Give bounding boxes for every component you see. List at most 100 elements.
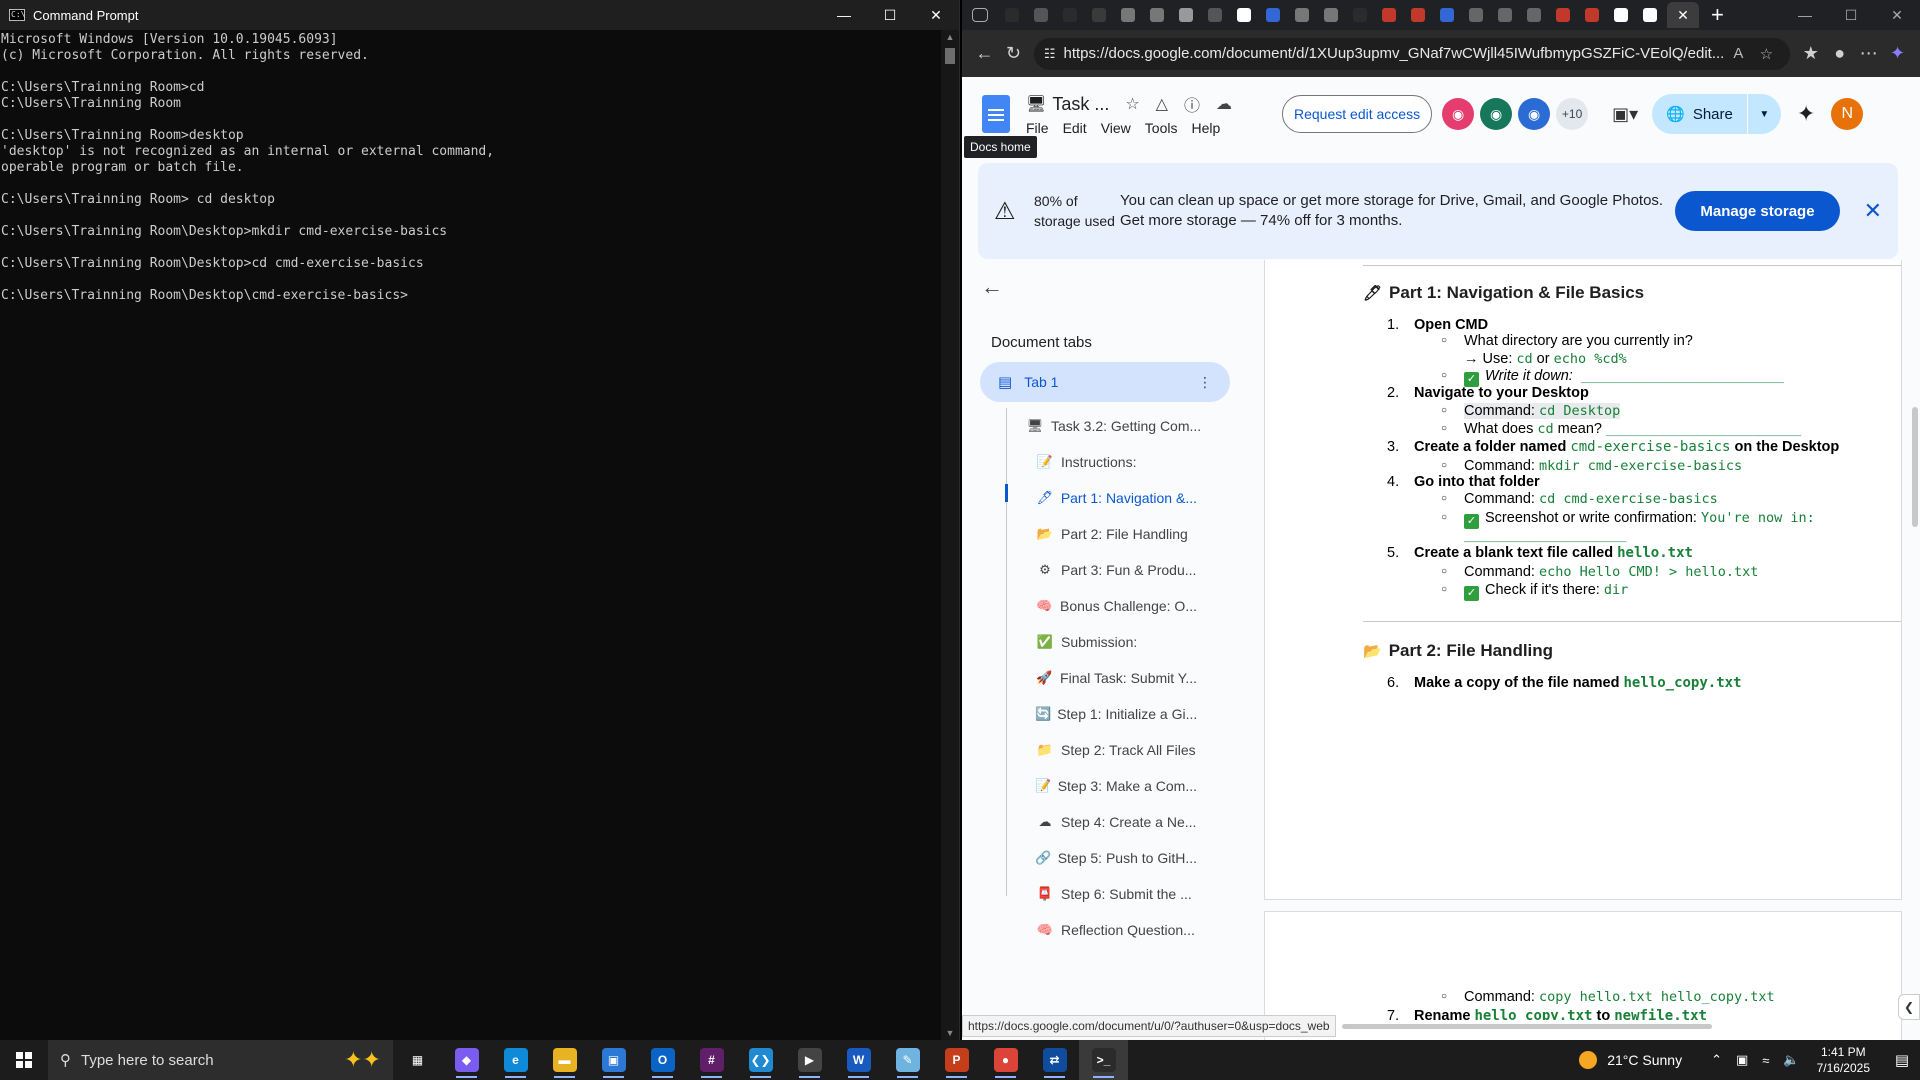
browser-tab[interactable] — [1638, 4, 1662, 26]
outline-item[interactable]: 📝 Instructions: — [1007, 444, 1197, 480]
read-aloud-icon[interactable]: A — [1724, 45, 1752, 62]
browser-tab[interactable] — [1551, 4, 1575, 26]
start-button[interactable] — [0, 1040, 48, 1080]
star-icon[interactable]: ☆ — [1125, 94, 1139, 114]
tab-options-icon[interactable]: ⋮ — [1198, 374, 1212, 391]
taskbar-app-slack[interactable]: # — [687, 1040, 736, 1080]
close-outline-icon[interactable]: ← — [981, 274, 1003, 300]
meet-icon[interactable]: ▣▾ — [1612, 104, 1638, 125]
taskbar-app-outlook[interactable]: O — [638, 1040, 687, 1080]
tab-actions-icon[interactable] — [972, 8, 988, 22]
taskbar-app-remote[interactable]: ⇄ — [1030, 1040, 1079, 1080]
back-icon[interactable]: ← — [970, 43, 999, 64]
banner-close-icon[interactable]: ✕ — [1864, 198, 1882, 224]
taskbar-app-media-player[interactable]: ▶ — [785, 1040, 834, 1080]
outline-item[interactable]: 📮 Step 6: Submit the ... — [1007, 876, 1197, 912]
collaborator-avatar[interactable]: ◉ — [1442, 98, 1475, 130]
drive-icon[interactable]: △ — [1156, 94, 1168, 114]
weather-widget[interactable]: 21°C Sunny — [1579, 1051, 1682, 1069]
display-icon[interactable]: ▣ — [1736, 1052, 1748, 1068]
chevron-up-icon[interactable]: ⌃ — [1711, 1052, 1722, 1068]
cmd-output[interactable]: Microsoft Windows [Version 10.0.19045.60… — [0, 30, 941, 1040]
favorites-icon[interactable]: ★ — [1796, 43, 1825, 64]
more-collaborators[interactable]: +10 — [1556, 98, 1589, 130]
docs-vertical-scrollbar[interactable] — [1912, 407, 1918, 527]
profile-icon[interactable]: ● — [1825, 43, 1854, 64]
browser-tab[interactable] — [1290, 4, 1314, 26]
menu-file[interactable]: File — [1026, 120, 1049, 136]
outline-item[interactable]: ✅ Submission: — [1007, 624, 1197, 660]
outline-item[interactable]: 🧠 Reflection Question... — [1007, 912, 1197, 948]
cmd-titlebar[interactable]: C:\ Command Prompt — ☐ ✕ — [0, 0, 959, 30]
taskbar-app-powerpoint[interactable]: P — [932, 1040, 981, 1080]
outline-item[interactable]: 📂 Part 2: File Handling — [1007, 516, 1197, 552]
share-dropdown-icon[interactable]: ▼ — [1746, 94, 1781, 134]
collaborator-avatar[interactable]: ◉ — [1480, 98, 1513, 130]
browser-tab[interactable] — [1319, 4, 1343, 26]
manage-storage-button[interactable]: Manage storage — [1675, 191, 1840, 231]
browser-tab[interactable] — [1145, 4, 1169, 26]
browser-tab[interactable] — [1000, 4, 1024, 26]
browser-tab[interactable] — [1232, 4, 1256, 26]
taskbar-search[interactable]: ⚲ Type here to search ✦✦ — [48, 1040, 393, 1080]
scroll-thumb[interactable] — [945, 48, 955, 64]
browser-tab[interactable] — [1203, 4, 1227, 26]
menu-tools[interactable]: Tools — [1145, 120, 1178, 136]
outline-item[interactable]: 🔗 Step 5: Push to GitH... — [1007, 840, 1197, 876]
browser-tab[interactable] — [1116, 4, 1140, 26]
search-placeholder[interactable]: Type here to search — [81, 1052, 214, 1069]
new-tab-icon[interactable]: + — [1711, 2, 1724, 28]
scroll-up-icon[interactable]: ▲ — [941, 32, 959, 42]
menu-help[interactable]: Help — [1191, 120, 1220, 136]
close-icon[interactable]: ✕ — [913, 0, 959, 30]
url-text[interactable]: https://docs.google.com/document/d/1XUup… — [1064, 45, 1725, 62]
browser-tab[interactable] — [1377, 4, 1401, 26]
search-highlight-icon[interactable]: ✦✦ — [344, 1047, 381, 1073]
outline-item[interactable]: ☁ Step 4: Create a Ne... — [1007, 804, 1197, 840]
outline-item[interactable]: 🖥 Task 3.2: Getting Com... — [1007, 408, 1207, 444]
outline-item[interactable]: 📁 Step 2: Track All Files — [1007, 732, 1197, 768]
tab-close-icon[interactable]: ✕ — [1677, 7, 1689, 24]
browser-maximize-icon[interactable]: ☐ — [1828, 0, 1874, 30]
taskbar-app-file-explorer[interactable]: ▬ — [540, 1040, 589, 1080]
menu-view[interactable]: View — [1101, 120, 1131, 136]
taskbar-app-edge[interactable]: e — [491, 1040, 540, 1080]
collaborator-avatar[interactable]: ◉ — [1518, 98, 1551, 130]
browser-tab[interactable] — [1261, 4, 1285, 26]
outline-item[interactable]: 🧠 Bonus Challenge: O... — [1007, 588, 1197, 624]
taskbar-app-copilot[interactable]: ◆ — [442, 1040, 491, 1080]
docs-horizontal-scrollbar[interactable] — [1342, 1024, 1712, 1029]
share-button[interactable]: 🌐 Share ▼ — [1652, 94, 1781, 134]
site-info-icon[interactable]: ☷ — [1044, 46, 1056, 62]
request-edit-button[interactable]: Request edit access — [1282, 95, 1433, 133]
outline-item[interactable]: 🚀 Final Task: Submit Y... — [1007, 660, 1197, 696]
browser-tab[interactable] — [1087, 4, 1111, 26]
taskbar-app-chrome[interactable]: ● — [981, 1040, 1030, 1080]
taskbar-app-store[interactable]: ▣ — [589, 1040, 638, 1080]
browser-tab[interactable] — [1174, 4, 1198, 26]
outline-item[interactable]: 🔄 Step 1: Initialize a Gi... — [1007, 696, 1197, 732]
refresh-icon[interactable]: ↻ — [999, 43, 1028, 64]
minimize-icon[interactable]: — — [821, 0, 867, 30]
outline-item[interactable]: ⚙ Part 3: Fun & Produ... — [1007, 552, 1197, 588]
browser-tab[interactable] — [1406, 4, 1430, 26]
browser-tab[interactable] — [1029, 4, 1053, 26]
browser-close-icon[interactable]: ✕ — [1874, 0, 1920, 30]
taskbar-app-word[interactable]: W — [834, 1040, 883, 1080]
browser-tab[interactable] — [1058, 4, 1082, 26]
taskbar-app-terminal[interactable]: >_ — [1079, 1040, 1128, 1080]
browser-tab[interactable] — [1522, 4, 1546, 26]
clock[interactable]: 1:41 PM 7/16/2025 — [1817, 1044, 1870, 1076]
outline-item[interactable]: 📝 Step 3: Make a Com... — [1007, 768, 1197, 804]
browser-tab[interactable] — [1435, 4, 1459, 26]
browser-tab[interactable] — [1464, 4, 1488, 26]
active-tab[interactable]: ✕ — [1667, 2, 1699, 28]
outline-item[interactable]: 🖊 Part 1: Navigation &... — [1007, 480, 1197, 516]
scroll-down-icon[interactable]: ▼ — [941, 1028, 959, 1038]
browser-tab[interactable] — [1609, 4, 1633, 26]
volume-icon[interactable]: 🔈 — [1783, 1052, 1799, 1068]
menu-edit[interactable]: Edit — [1063, 120, 1087, 136]
browser-tab[interactable] — [1580, 4, 1604, 26]
copilot-icon[interactable]: ✦ — [1883, 43, 1912, 64]
browser-minimize-icon[interactable]: — — [1782, 0, 1828, 30]
